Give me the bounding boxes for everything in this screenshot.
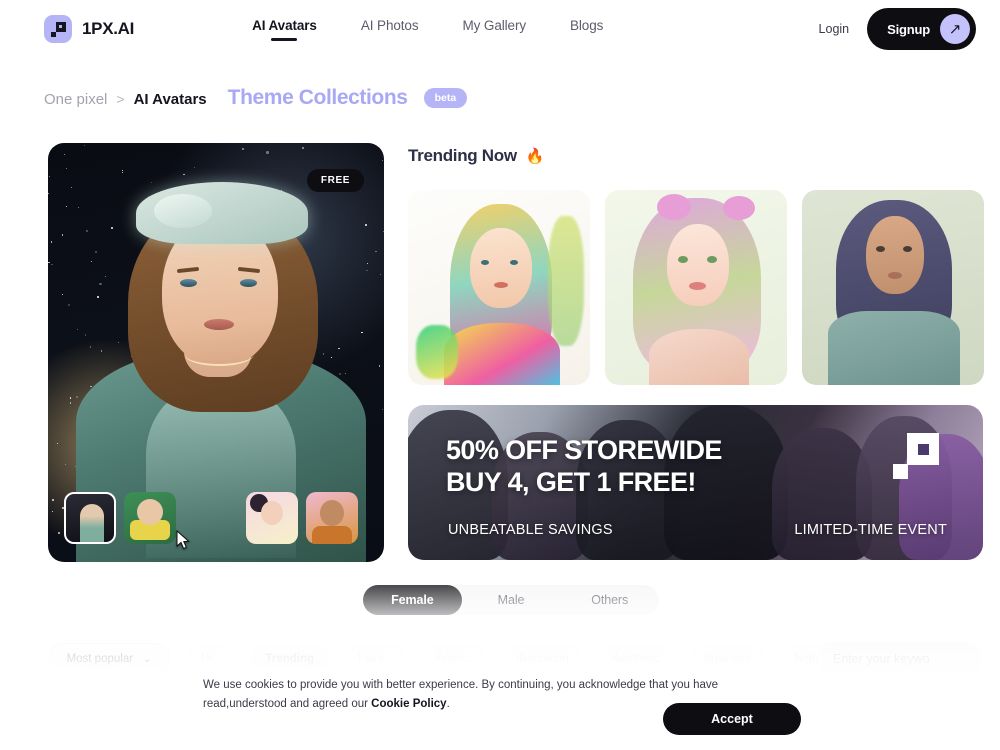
- trending-title: Trending Now: [408, 146, 517, 165]
- promo-line-2: BUY 4, GET 1 FREE!: [446, 466, 696, 497]
- trending-card-row: [408, 190, 984, 385]
- breadcrumb-current[interactable]: AI Avatars: [134, 91, 207, 108]
- header-actions: Login Signup ↗: [819, 8, 976, 50]
- signup-button[interactable]: Signup ↗: [867, 8, 976, 50]
- thumb-sunflower-portrait[interactable]: [124, 492, 176, 544]
- trending-card-pastelbloom[interactable]: [605, 190, 787, 385]
- nav-item-ai-avatars[interactable]: AI Avatars: [252, 18, 317, 41]
- flame-icon: 🔥: [525, 147, 545, 165]
- pixel-logo-icon: [893, 433, 939, 479]
- thumb-pastel-portrait[interactable]: [246, 492, 298, 544]
- thumb-starry-portrait[interactable]: [64, 492, 116, 544]
- nav-item-ai-photos[interactable]: AI Photos: [361, 18, 419, 41]
- hero-preview-card[interactable]: FREE: [48, 143, 384, 562]
- signup-label: Signup: [887, 21, 930, 37]
- nav-item-blogs[interactable]: Blogs: [570, 18, 603, 41]
- promo-subtext-left: UNBEATABLE SAVINGS: [448, 522, 613, 538]
- beta-badge: beta: [423, 88, 468, 108]
- site-header: 1PX.AI AI Avatars AI Photos My Gallery B…: [0, 0, 1000, 58]
- page-title: Theme Collections: [227, 86, 408, 109]
- breadcrumb-separator: >: [116, 91, 125, 107]
- cookie-policy-link[interactable]: Cookie Policy: [371, 698, 446, 710]
- thumb-ochre-portrait[interactable]: [306, 492, 358, 544]
- pixel-logo-icon: [44, 15, 72, 43]
- trending-header: Trending Now 🔥: [408, 146, 544, 166]
- cookie-text-part1: We use cookies to provide you with bette…: [203, 679, 719, 710]
- page-root: 1PX.AI AI Avatars AI Photos My Gallery B…: [0, 0, 1000, 750]
- login-button[interactable]: Login: [819, 22, 850, 36]
- main-nav: AI Avatars AI Photos My Gallery Blogs: [252, 18, 603, 41]
- breadcrumb: One pixel > AI Avatars Theme Collections…: [44, 86, 468, 111]
- cookie-fade-overlay: [0, 570, 1000, 642]
- trending-card-colorsplash[interactable]: [408, 190, 590, 385]
- cookie-text-part2: .: [446, 697, 450, 710]
- promo-line-1: 50% OFF STOREWIDE: [446, 435, 722, 465]
- arrow-up-right-icon: ↗: [940, 14, 970, 44]
- promo-subtext-right: LIMITED-TIME EVENT: [794, 522, 947, 538]
- free-badge: FREE: [306, 169, 364, 192]
- accept-cookies-button[interactable]: Accept: [663, 703, 801, 735]
- brand-name: 1PX.AI: [82, 19, 135, 38]
- promo-headline: 50% OFF STOREWIDE BUY 4, GET 1 FREE!: [446, 435, 722, 498]
- hero-thumbnail-strip: [64, 492, 368, 550]
- brand-logo[interactable]: 1PX.AI: [44, 15, 134, 43]
- breadcrumb-root[interactable]: One pixel: [44, 91, 107, 108]
- promo-banner[interactable]: 50% OFF STOREWIDE BUY 4, GET 1 FREE! UNB…: [408, 405, 983, 560]
- trending-card-sagegreen[interactable]: [802, 190, 984, 385]
- nav-item-my-gallery[interactable]: My Gallery: [462, 18, 526, 41]
